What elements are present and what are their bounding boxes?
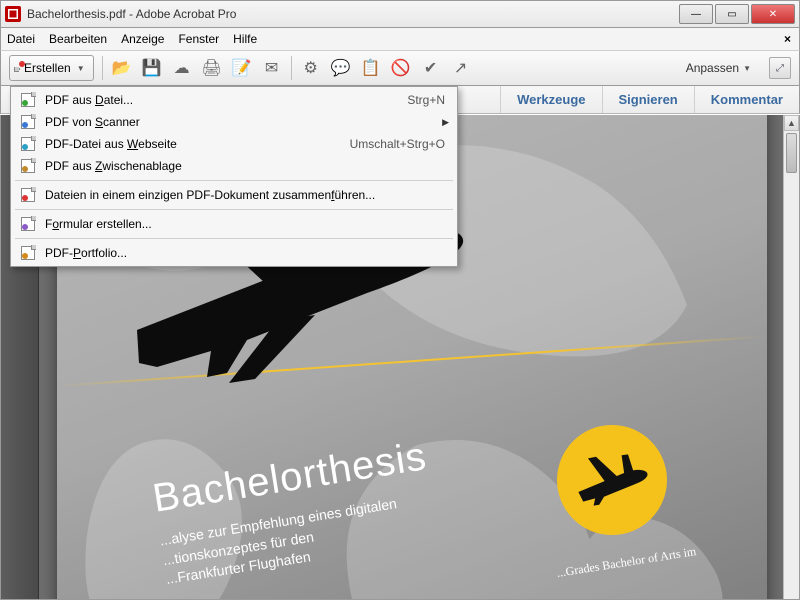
stamp-check-icon[interactable]: ✔ bbox=[420, 57, 442, 79]
vertical-scrollbar[interactable]: ▲ bbox=[783, 115, 799, 599]
menu-bearbeiten[interactable]: Bearbeiten bbox=[49, 32, 107, 46]
menu-item-label: PDF aus Zwischenablage bbox=[45, 159, 449, 173]
menu-hilfe[interactable]: Hilfe bbox=[233, 32, 257, 46]
menu-pdf-from-clipboard[interactable]: PDF aus Zwischenablage bbox=[13, 155, 455, 177]
submenu-arrow-icon: ▶ bbox=[442, 117, 449, 128]
menu-pdf-combine[interactable]: Dateien in einem einzigen PDF-Dokument z… bbox=[13, 184, 455, 206]
toolbar-separator bbox=[291, 56, 292, 80]
tab-kommentar[interactable]: Kommentar bbox=[694, 86, 799, 113]
close-button[interactable]: ✕ bbox=[751, 4, 795, 24]
pdf-form-icon bbox=[19, 216, 37, 232]
chevron-down-icon: ▼ bbox=[77, 64, 85, 73]
share-icon[interactable]: ↗ bbox=[450, 57, 472, 79]
toolbar-separator bbox=[102, 56, 103, 80]
window-titlebar: Bachelorthesis.pdf - Adobe Acrobat Pro —… bbox=[0, 0, 800, 28]
scroll-up-arrow[interactable]: ▲ bbox=[784, 115, 799, 131]
menu-item-label: PDF von Scanner bbox=[45, 115, 442, 129]
stamp-cancel-icon[interactable]: 🚫 bbox=[390, 57, 412, 79]
save-icon[interactable]: 💾 bbox=[141, 57, 163, 79]
scrollbar-thumb[interactable] bbox=[786, 133, 797, 173]
comment-icon[interactable]: 💬 bbox=[330, 57, 352, 79]
menu-pdf-portfolio[interactable]: PDF-Portfolio... bbox=[13, 242, 455, 264]
menu-item-label: PDF aus Datei... bbox=[45, 93, 407, 107]
menu-pdf-from-scanner[interactable]: PDF von Scanner ▶ bbox=[13, 111, 455, 133]
tab-werkzeuge[interactable]: Werkzeuge bbox=[500, 86, 601, 113]
menu-anzeige[interactable]: Anzeige bbox=[121, 32, 164, 46]
minimize-button[interactable]: — bbox=[679, 4, 713, 24]
window-controls: — ▭ ✕ bbox=[679, 4, 795, 24]
menu-pdf-form[interactable]: Formular erstellen... bbox=[13, 213, 455, 235]
menu-fenster[interactable]: Fenster bbox=[178, 32, 219, 46]
pdf-from-clipboard-icon bbox=[19, 158, 37, 174]
print-icon[interactable]: 🖨 bbox=[201, 57, 223, 79]
menubar: Datei Bearbeiten Anzeige Fenster Hilfe × bbox=[0, 28, 800, 50]
pdf-from-web-icon bbox=[19, 136, 37, 152]
menu-pdf-from-web[interactable]: PDF-Datei aus Webseite Umschalt+Strg+O bbox=[13, 133, 455, 155]
menubar-close-doc-button[interactable]: × bbox=[784, 32, 791, 46]
menu-separator bbox=[15, 238, 453, 239]
menu-datei[interactable]: Datei bbox=[7, 32, 35, 46]
mail-icon[interactable]: ✉ bbox=[261, 57, 283, 79]
menu-item-label: Formular erstellen... bbox=[45, 217, 449, 231]
window-title: Bachelorthesis.pdf - Adobe Acrobat Pro bbox=[27, 7, 679, 21]
edit-page-icon[interactable]: 📝 bbox=[231, 57, 253, 79]
chevron-down-icon: ▼ bbox=[743, 64, 751, 73]
menu-separator bbox=[15, 209, 453, 210]
menu-item-label: PDF-Portfolio... bbox=[45, 246, 449, 260]
pdf-from-file-icon bbox=[19, 92, 37, 108]
create-button-label: Erstellen bbox=[24, 61, 71, 75]
customize-label: Anpassen bbox=[686, 61, 739, 75]
menu-separator bbox=[15, 180, 453, 181]
pdf-combine-icon bbox=[19, 187, 37, 203]
menu-item-shortcut: Strg+N bbox=[407, 93, 445, 107]
customize-dropdown[interactable]: Anpassen ▼ bbox=[686, 61, 751, 75]
gear-icon[interactable]: ⚙ bbox=[300, 57, 322, 79]
create-dropdown-menu: PDF aus Datei... Strg+N PDF von Scanner … bbox=[10, 86, 458, 267]
main-toolbar: Erstellen ▼ 📂 💾 ☁ 🖨 📝 ✉ ⚙ 💬 📋 🚫 ✔ ↗ Anpa… bbox=[0, 50, 800, 86]
menu-item-shortcut: Umschalt+Strg+O bbox=[350, 137, 445, 151]
fullscreen-toggle-icon[interactable]: ⤢ bbox=[769, 57, 791, 79]
acrobat-app-icon bbox=[5, 6, 21, 22]
menu-pdf-from-file[interactable]: PDF aus Datei... Strg+N bbox=[13, 89, 455, 111]
menu-item-label: Dateien in einem einzigen PDF-Dokument z… bbox=[45, 188, 449, 202]
open-folder-icon[interactable]: 📂 bbox=[111, 57, 133, 79]
cloud-upload-icon[interactable]: ☁ bbox=[171, 57, 193, 79]
create-dropdown-button[interactable]: Erstellen ▼ bbox=[9, 55, 94, 81]
pdf-portfolio-icon bbox=[19, 245, 37, 261]
highlight-note-icon[interactable]: 📋 bbox=[360, 57, 382, 79]
tab-signieren[interactable]: Signieren bbox=[602, 86, 694, 113]
pdf-from-scanner-icon bbox=[19, 114, 37, 130]
menu-item-label: PDF-Datei aus Webseite bbox=[45, 137, 350, 151]
maximize-button[interactable]: ▭ bbox=[715, 4, 749, 24]
sun-airplane-badge bbox=[557, 425, 667, 535]
